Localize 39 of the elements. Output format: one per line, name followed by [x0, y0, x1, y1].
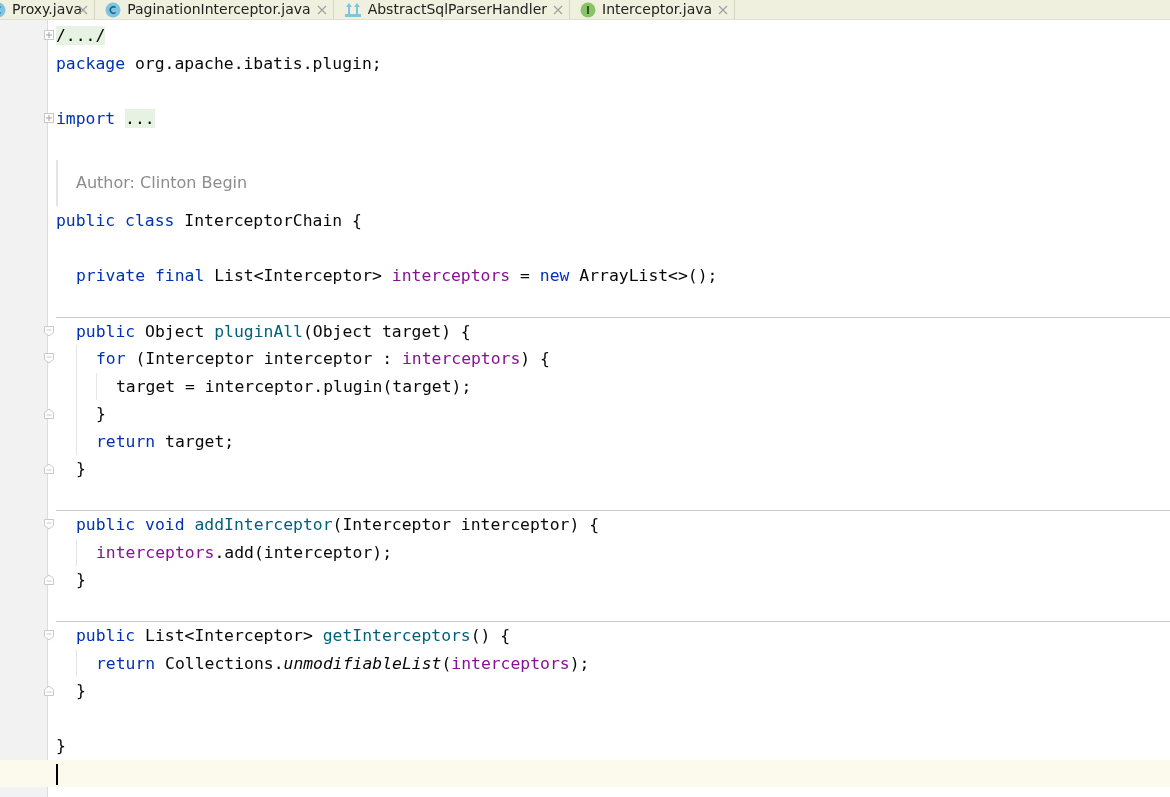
code-line: import ... — [56, 108, 155, 128]
code-line: return Collections.unmodifiableList(interceptors); — [96, 653, 590, 673]
close-icon — [718, 4, 729, 15]
code-line: } — [76, 681, 86, 700]
code-line: interceptors.add(interceptor); — [96, 542, 393, 562]
fold-end-icon — [44, 463, 54, 474]
code-line: } — [96, 404, 106, 423]
fold-end-icon — [44, 408, 54, 419]
editor-tab[interactable]: Interceptor.java — [570, 0, 736, 19]
close-icon — [316, 4, 327, 15]
editor-tab[interactable]: PaginationInterceptor.java — [95, 0, 334, 19]
code-line: target = interceptor.plugin(target); — [116, 376, 472, 396]
expand-fold-icon — [44, 30, 54, 41]
code-line: public Object pluginAll(Object target) { — [76, 321, 471, 341]
code-line: package org.apache.ibatis.plugin; — [56, 53, 382, 73]
abstract-class-icon — [343, 1, 362, 18]
fold-icon — [44, 353, 54, 364]
fold-icon — [44, 325, 54, 337]
code-line: public List<Interceptor> getInterceptors() { — [76, 626, 511, 645]
code-line: public class InterceptorChain { — [56, 210, 362, 230]
editor-tab[interactable]: AbstractSqlParserHandler — [333, 0, 570, 19]
fold-end-icon — [44, 685, 54, 696]
code-line: } — [76, 570, 86, 589]
code-line: private final List<Interceptor> interceptors = new ArrayList<>(); — [76, 265, 718, 285]
class-icon — [105, 1, 122, 18]
expand-fold-icon — [44, 112, 54, 124]
editor-tab[interactable]: Proxy.java — [0, 0, 96, 19]
code-line: } — [76, 459, 86, 478]
fold-icon — [44, 519, 54, 530]
code-line: public void addInterceptor(Interceptor interceptor) { — [76, 515, 599, 534]
text-cursor — [56, 763, 58, 785]
code-line: } — [56, 736, 66, 755]
doc-comment: Author: Clinton Begin — [56, 160, 248, 206]
code-line: return target; — [96, 431, 235, 451]
fold-icon — [44, 630, 54, 641]
interface-icon — [580, 1, 596, 18]
close-icon — [553, 4, 563, 15]
fold-end-icon — [44, 574, 54, 585]
code-line: for (Interceptor interceptor : interceptors) { — [96, 349, 550, 368]
